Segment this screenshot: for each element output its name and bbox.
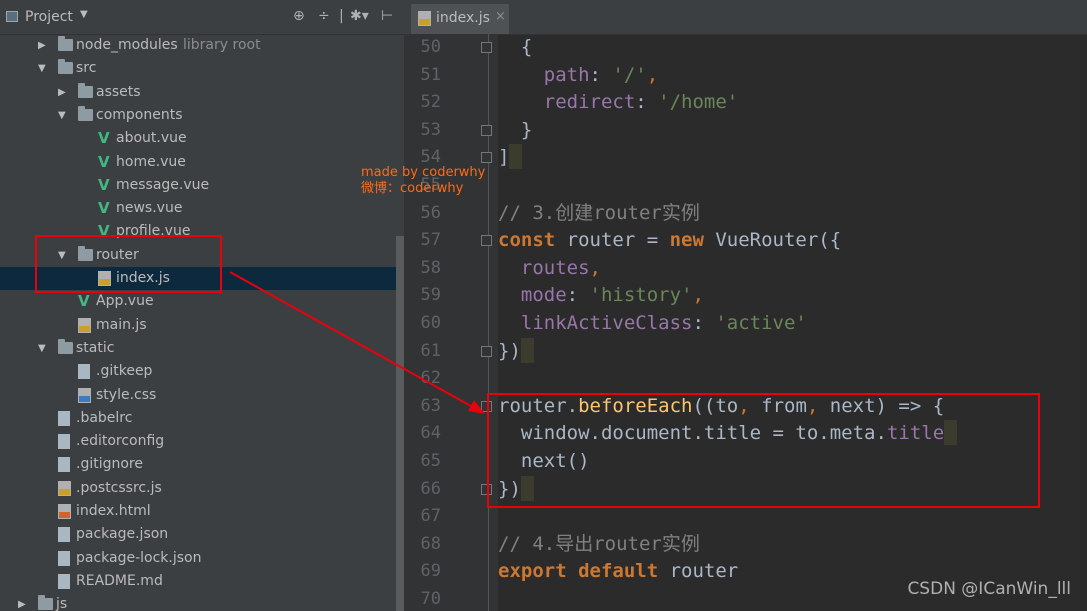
csdn-watermark: CSDN @ICanWin_lll: [907, 579, 1071, 599]
arrow-head: [468, 400, 485, 414]
arrow-shaft: [229, 271, 479, 411]
annotation-arrow: [229, 271, 485, 414]
